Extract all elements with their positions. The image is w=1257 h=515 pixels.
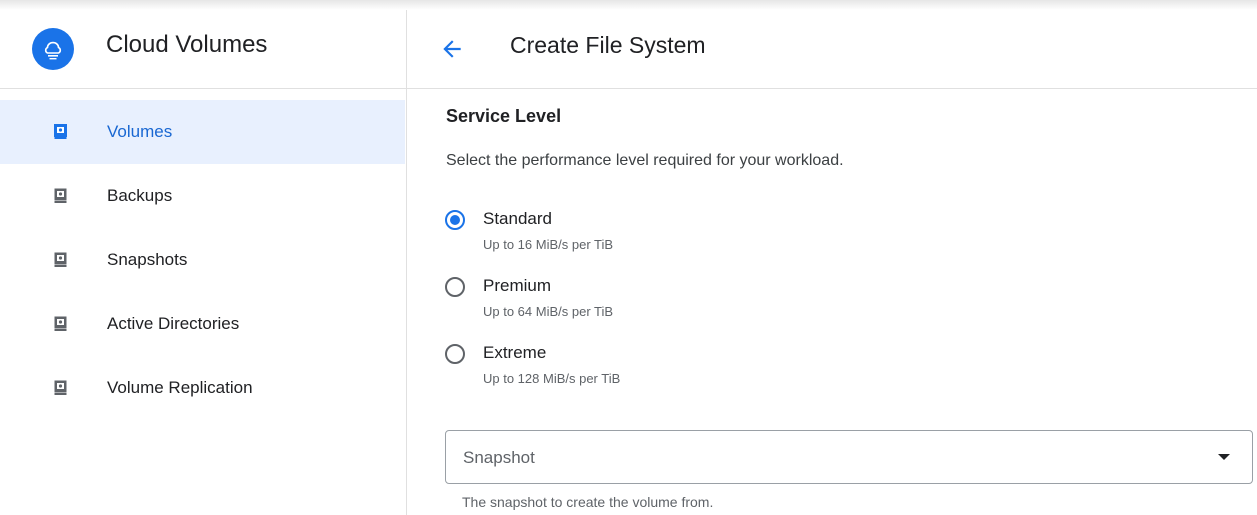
sidebar-item-active-directories[interactable]: Active Directories [0,292,406,356]
option-hint: Up to 128 MiB/s per TiB [483,371,621,386]
radio-option-extreme[interactable]: Extreme Up to 128 MiB/s per TiB [443,342,843,398]
option-hint: Up to 64 MiB/s per TiB [483,304,614,319]
sidebar: Cloud Volumes Volumes Backups Snapshots … [0,10,407,515]
sidebar-nav: Volumes Backups Snapshots Active Directo… [0,100,406,420]
snapshot-helper-text: The snapshot to create the volume from. [462,494,714,510]
volume-icon [54,316,67,331]
brand-header: Cloud Volumes [0,10,406,89]
option-label: Premium [483,276,552,295]
radio-button[interactable] [445,210,465,230]
option-label: Standard [483,209,552,228]
main-panel: Create File System Service Level Select … [407,10,1257,515]
arrow-back-icon[interactable] [439,36,465,62]
sidebar-item-label: Snapshots [107,250,188,269]
radio-button[interactable] [445,344,465,364]
sidebar-item-volumes[interactable]: Volumes [0,100,405,164]
sidebar-item-snapshots[interactable]: Snapshots [0,228,406,292]
sidebar-item-label: Backups [107,186,173,205]
snapshot-select-value: Snapshot [463,448,535,467]
cloud-volumes-logo-icon[interactable] [32,28,74,70]
snapshot-select[interactable]: Snapshot [445,430,1253,484]
volume-icon [54,188,67,203]
page-title: Create File System [510,32,706,58]
volume-icon [54,380,67,395]
sidebar-item-label: Active Directories [107,314,240,333]
volume-icon [54,252,67,267]
volume-icon [54,124,67,139]
sidebar-item-volume-replication[interactable]: Volume Replication [0,356,406,420]
service-level-title: Service Level [446,106,562,126]
sidebar-item-label: Volume Replication [107,378,253,397]
page-header: Create File System [407,10,1257,89]
radio-option-premium[interactable]: Premium Up to 64 MiB/s per TiB [443,275,843,331]
sidebar-item-label: Volumes [107,122,173,141]
service-level-description: Select the performance level required fo… [446,152,844,169]
radio-button[interactable] [445,277,465,297]
sidebar-item-backups[interactable]: Backups [0,164,406,228]
top-shadow [0,0,1257,10]
radio-option-standard[interactable]: Standard Up to 16 MiB/s per TiB [443,208,843,264]
option-label: Extreme [483,343,547,362]
dropdown-arrow-icon[interactable] [1218,454,1230,460]
app-title: Cloud Volumes [106,31,268,58]
option-hint: Up to 16 MiB/s per TiB [483,237,614,252]
